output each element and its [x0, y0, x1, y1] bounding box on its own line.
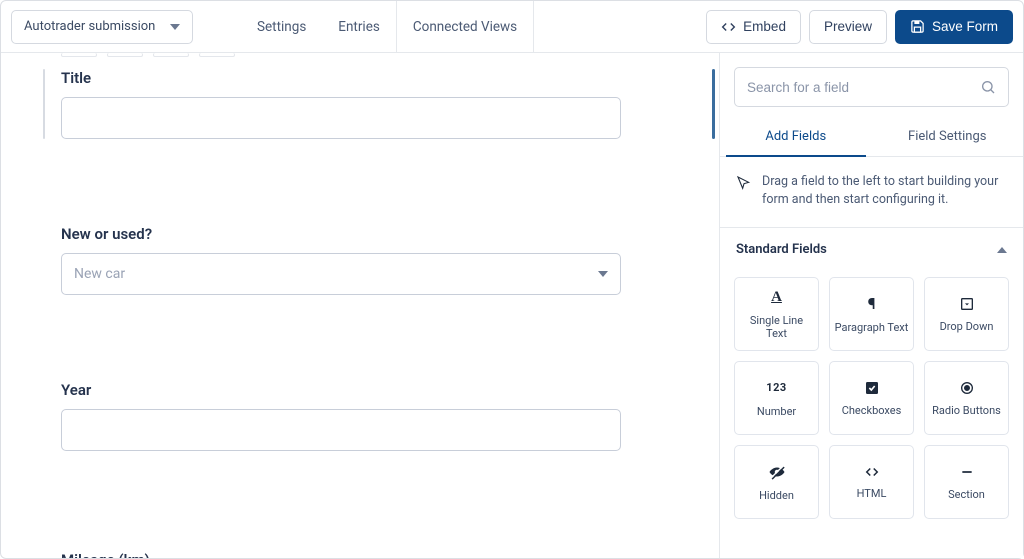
cursor-icon	[736, 175, 752, 191]
eye-off-icon	[768, 463, 786, 481]
field-type-checkboxes[interactable]: Checkboxes	[829, 361, 914, 435]
code-icon	[864, 465, 880, 479]
code-icon	[721, 20, 736, 34]
field-type-label: Hidden	[759, 489, 794, 502]
form-selector-label: Autotrader submission	[24, 19, 155, 34]
nav-connected-views[interactable]: Connected Views	[397, 1, 533, 52]
field-type-html[interactable]: HTML	[829, 445, 914, 519]
top-links: Settings Entries Connected Views	[217, 1, 534, 52]
form-selector[interactable]: Autotrader submission	[11, 10, 193, 44]
top-bar: Autotrader submission Settings Entries C…	[1, 1, 1023, 53]
search-icon	[980, 79, 996, 95]
save-icon	[910, 19, 925, 34]
nav-entries-label: Entries	[338, 19, 380, 35]
hint-text: Drag a field to the left to start buildi…	[762, 173, 1007, 209]
field-type-radio-buttons[interactable]: Radio Buttons	[924, 361, 1009, 435]
field-type-label: Number	[757, 405, 796, 418]
sidebar-tabs: Add Fields Field Settings	[720, 117, 1023, 157]
chevron-down-icon	[170, 24, 180, 30]
field-type-label: Paragraph Text	[835, 321, 909, 334]
divider	[533, 1, 534, 52]
save-form-button-label: Save Form	[932, 19, 998, 34]
form-field-mileage[interactable]: Mileage (km)	[61, 551, 699, 558]
selection-indicator-right	[712, 69, 715, 139]
field-label: Mileage (km)	[61, 551, 699, 558]
field-type-paragraph-text[interactable]: ¶ Paragraph Text	[829, 277, 914, 351]
nav-settings[interactable]: Settings	[241, 1, 322, 52]
field-type-section[interactable]: Section	[924, 445, 1009, 519]
preview-button-label: Preview	[824, 19, 872, 34]
embed-button-label: Embed	[743, 19, 786, 34]
section-title: Standard Fields	[736, 242, 827, 257]
form-field-title[interactable]: Title	[61, 69, 699, 139]
chevron-up-icon	[997, 247, 1007, 253]
tab-add-fields[interactable]: Add Fields	[720, 117, 872, 156]
nav-entries[interactable]: Entries	[322, 1, 396, 52]
field-type-label: Section	[948, 488, 985, 501]
field-type-label: HTML	[857, 487, 887, 500]
form-field-year[interactable]: Year	[61, 381, 699, 451]
section-standard-fields[interactable]: Standard Fields	[720, 228, 1023, 267]
field-type-label: Radio Buttons	[932, 404, 1001, 417]
field-label: Year	[61, 381, 699, 399]
text-input[interactable]	[61, 409, 621, 451]
field-type-label: Drop Down	[940, 320, 994, 333]
select-input[interactable]: New car	[61, 253, 621, 295]
save-form-button[interactable]: Save Form	[895, 10, 1013, 44]
tab-label: Field Settings	[908, 129, 986, 144]
minus-icon	[959, 464, 975, 480]
form-field-new-or-used[interactable]: New or used? New car	[61, 225, 699, 295]
field-type-single-line-text[interactable]: A Single Line Text	[734, 277, 819, 351]
search-input[interactable]	[747, 80, 980, 95]
hint: Drag a field to the left to start buildi…	[720, 157, 1023, 228]
search-field[interactable]	[734, 67, 1009, 107]
tab-field-settings[interactable]: Field Settings	[872, 117, 1024, 156]
nav-connected-views-label: Connected Views	[413, 19, 517, 35]
field-type-drop-down[interactable]: Drop Down	[924, 277, 1009, 351]
selection-indicator-left	[43, 69, 45, 139]
field-type-grid: A Single Line Text ¶ Paragraph Text Drop…	[720, 267, 1023, 533]
pilcrow-icon: ¶	[863, 295, 881, 313]
form-canvas: Title New or used? New car Year Mileage …	[1, 53, 719, 558]
tab-label: Add Fields	[765, 129, 826, 144]
checkbox-icon	[864, 380, 880, 396]
sidebar: Add Fields Field Settings Drag a field t…	[719, 53, 1023, 558]
preview-button[interactable]: Preview	[809, 10, 887, 44]
select-placeholder: New car	[74, 266, 125, 282]
chevron-down-icon	[598, 271, 608, 277]
text-input[interactable]	[61, 97, 621, 139]
radio-icon	[959, 380, 975, 396]
embed-button[interactable]: Embed	[706, 10, 801, 44]
field-type-number[interactable]: 123 Number	[734, 361, 819, 435]
field-label: Title	[61, 69, 699, 87]
search-wrap	[720, 53, 1023, 117]
nav-settings-label: Settings	[257, 19, 306, 35]
field-type-label: Single Line Text	[739, 314, 814, 340]
text-icon: A	[768, 288, 786, 306]
dropdown-icon	[959, 296, 975, 312]
toolbar-remnant	[61, 53, 699, 57]
field-label: New or used?	[61, 225, 699, 243]
number-icon: 123	[768, 379, 786, 397]
field-type-label: Checkboxes	[842, 404, 902, 417]
field-type-hidden[interactable]: Hidden	[734, 445, 819, 519]
